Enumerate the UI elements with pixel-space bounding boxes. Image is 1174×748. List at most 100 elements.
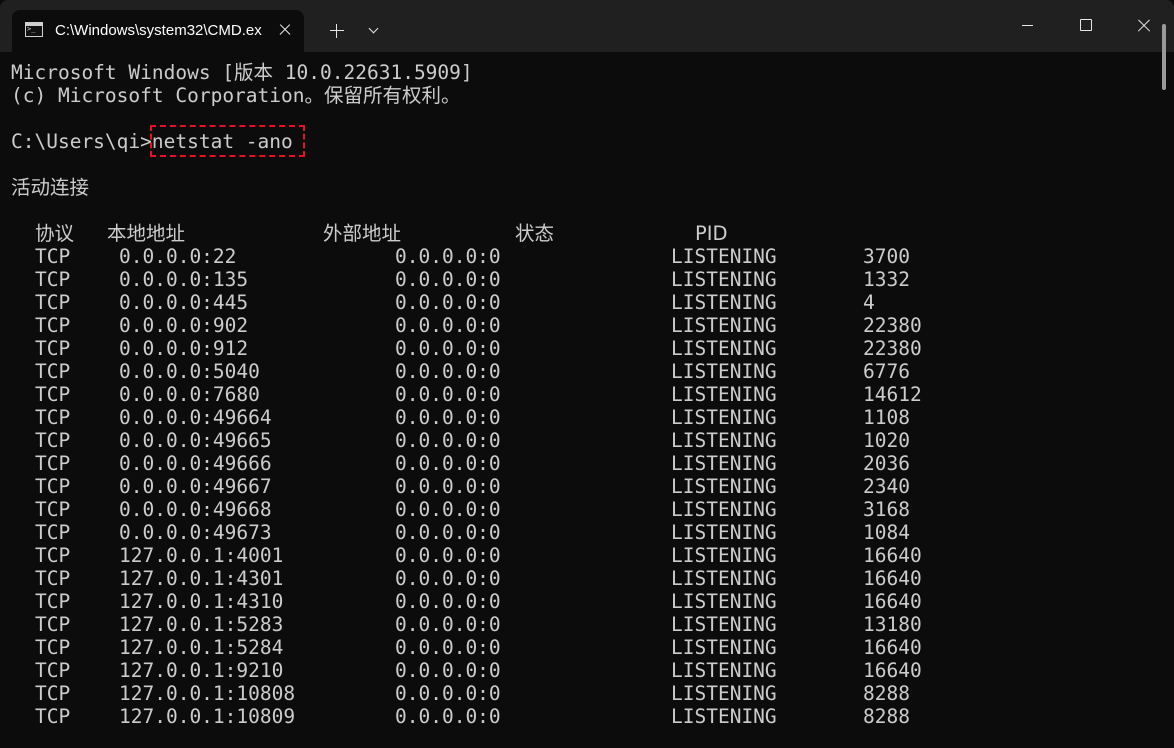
cell-local-address: 0.0.0.0:49665 [119,429,272,452]
cell-state: LISTENING [671,429,777,452]
cell-foreign-address: 0.0.0.0:0 [395,406,501,429]
cell-state: LISTENING [671,521,777,544]
cell-local-address: 0.0.0.0:135 [119,268,249,291]
minimize-icon[interactable] [1004,8,1050,44]
cell-foreign-address: 0.0.0.0:0 [395,360,501,383]
cell-pid: 8288 [863,705,910,728]
cell-pid: 14612 [863,383,922,406]
cell-pid: 13180 [863,613,922,636]
cell-state: LISTENING [671,544,777,567]
cell-local-address: 127.0.0.1:4001 [119,544,284,567]
terminal-icon [25,22,43,37]
cell-state: LISTENING [671,406,777,429]
cell-proto: TCP [35,498,71,521]
cell-proto: TCP [35,567,71,590]
maximize-icon[interactable] [1062,8,1108,44]
prompt: C:\Users\qi> [11,130,152,153]
cell-local-address: 0.0.0.0:445 [119,291,249,314]
cell-state: LISTENING [671,291,777,314]
cell-pid: 8288 [863,682,910,705]
cell-state: LISTENING [671,682,777,705]
cell-pid: 16640 [863,567,922,590]
cell-proto: TCP [35,705,71,728]
cell-state: LISTENING [671,337,777,360]
cell-foreign-address: 0.0.0.0:0 [395,498,501,521]
cell-state: LISTENING [671,383,777,406]
cell-state: LISTENING [671,659,777,682]
cell-foreign-address: 0.0.0.0:0 [395,544,501,567]
tab-cmd[interactable]: C:\Windows\system32\CMD.exe [12,10,304,52]
cell-state: LISTENING [671,590,777,613]
cell-pid: 22380 [863,314,922,337]
cell-state: LISTENING [671,475,777,498]
cell-local-address: 0.0.0.0:22 [119,245,237,268]
cell-local-address: 0.0.0.0:49667 [119,475,272,498]
cell-local-address: 0.0.0.0:5040 [119,360,260,383]
cell-foreign-address: 0.0.0.0:0 [395,268,501,291]
cell-proto: TCP [35,314,71,337]
cell-pid: 16640 [863,659,922,682]
cell-proto: TCP [35,590,71,613]
plus-icon[interactable] [326,20,348,42]
cell-local-address: 0.0.0.0:7680 [119,383,260,406]
cell-foreign-address: 0.0.0.0:0 [395,337,501,360]
cell-local-address: 127.0.0.1:10808 [119,682,296,705]
cell-pid: 16640 [863,636,922,659]
header-pid: PID [695,222,728,245]
cell-local-address: 0.0.0.0:49666 [119,452,272,475]
cell-local-address: 127.0.0.1:5284 [119,636,284,659]
cell-state: LISTENING [671,636,777,659]
cell-state: LISTENING [671,498,777,521]
header-local-address: 本地地址 [107,222,186,245]
cell-local-address: 127.0.0.1:10809 [119,705,296,728]
cell-state: LISTENING [671,268,777,291]
cell-local-address: 127.0.0.1:5283 [119,613,284,636]
cell-foreign-address: 0.0.0.0:0 [395,521,501,544]
cell-pid: 1332 [863,268,910,291]
cell-proto: TCP [35,475,71,498]
chevron-down-icon[interactable] [364,20,386,42]
header-state: 状态 [515,222,555,245]
cell-foreign-address: 0.0.0.0:0 [395,245,501,268]
cell-local-address: 0.0.0.0:912 [119,337,249,360]
cell-state: LISTENING [671,613,777,636]
cell-proto: TCP [35,659,71,682]
cell-foreign-address: 0.0.0.0:0 [395,590,501,613]
cell-proto: TCP [35,636,71,659]
cell-local-address: 0.0.0.0:902 [119,314,249,337]
cell-pid: 22380 [863,337,922,360]
cell-foreign-address: 0.0.0.0:0 [395,682,501,705]
cell-proto: TCP [35,360,71,383]
cell-state: LISTENING [671,245,777,268]
cell-foreign-address: 0.0.0.0:0 [395,567,501,590]
cell-pid: 1020 [863,429,910,452]
cell-proto: TCP [35,682,71,705]
cell-local-address: 127.0.0.1:9210 [119,659,284,682]
cell-local-address: 0.0.0.0:49668 [119,498,272,521]
cell-foreign-address: 0.0.0.0:0 [395,429,501,452]
close-icon[interactable] [275,20,295,40]
cell-foreign-address: 0.0.0.0:0 [395,291,501,314]
scrollbar[interactable] [1162,24,1166,90]
cell-proto: TCP [35,383,71,406]
cell-proto: TCP [35,452,71,475]
cell-pid: 4 [863,291,875,314]
cell-local-address: 0.0.0.0:49664 [119,406,272,429]
console-output[interactable]: Microsoft Windows [版本 10.0.22631.5909] (… [0,52,1174,748]
cell-foreign-address: 0.0.0.0:0 [395,705,501,728]
close-icon[interactable] [1120,8,1166,44]
cell-local-address: 127.0.0.1:4310 [119,590,284,613]
cell-pid: 1084 [863,521,910,544]
cell-foreign-address: 0.0.0.0:0 [395,659,501,682]
title-bar[interactable]: C:\Windows\system32\CMD.exe [0,0,1174,52]
cell-foreign-address: 0.0.0.0:0 [395,314,501,337]
cell-proto: TCP [35,291,71,314]
cell-proto: TCP [35,521,71,544]
cell-state: LISTENING [671,567,777,590]
cell-foreign-address: 0.0.0.0:0 [395,452,501,475]
cell-proto: TCP [35,245,71,268]
tab-title: C:\Windows\system32\CMD.exe [55,22,262,39]
cell-proto: TCP [35,544,71,567]
cell-state: LISTENING [671,314,777,337]
cell-proto: TCP [35,613,71,636]
